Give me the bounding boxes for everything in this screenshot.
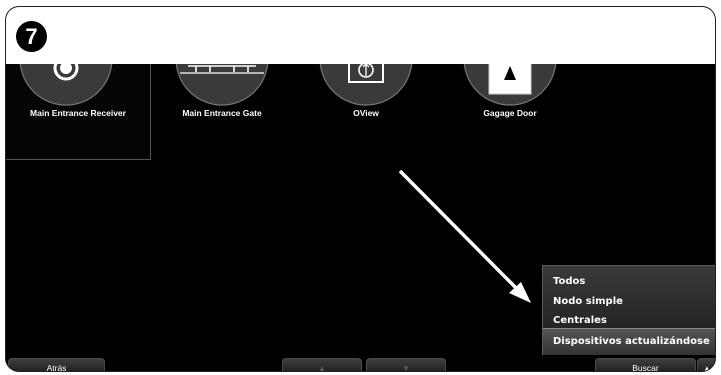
bottom-toolbar: Atrás ▲ ▼ Buscar ▲ bbox=[6, 355, 715, 372]
back-button[interactable]: Atrás bbox=[8, 358, 105, 371]
scroll-up-button[interactable]: ▲ bbox=[282, 358, 362, 372]
screenshot-frame: 7 Main Entrance Receiver Main Entrance G… bbox=[5, 6, 716, 372]
menu-item-nodo-simple[interactable]: Nodo simple bbox=[553, 296, 623, 307]
device-view: Main Entrance Receiver Main Entrance Gat… bbox=[6, 64, 715, 372]
step-header: 7 bbox=[6, 7, 715, 65]
step-number-badge: 7 bbox=[16, 21, 47, 52]
menu-item-centrales[interactable]: Centrales bbox=[553, 315, 607, 326]
scroll-down-button[interactable]: ▼ bbox=[366, 358, 446, 372]
search-button[interactable]: Buscar bbox=[595, 358, 696, 371]
menu-item-dispositivos-actualizandose[interactable]: Dispositivos actualizándose bbox=[543, 329, 715, 355]
menu-item-todos[interactable]: Todos bbox=[553, 276, 585, 287]
chevron-up-icon: ▲ bbox=[703, 364, 711, 372]
arrow-up-icon: ▲ bbox=[318, 364, 326, 372]
filter-menu: Todos Nodo simple Centrales Dispositivos… bbox=[542, 265, 715, 355]
menu-toggle-button[interactable]: ▲ bbox=[697, 358, 715, 372]
arrow-down-icon: ▼ bbox=[402, 364, 410, 372]
